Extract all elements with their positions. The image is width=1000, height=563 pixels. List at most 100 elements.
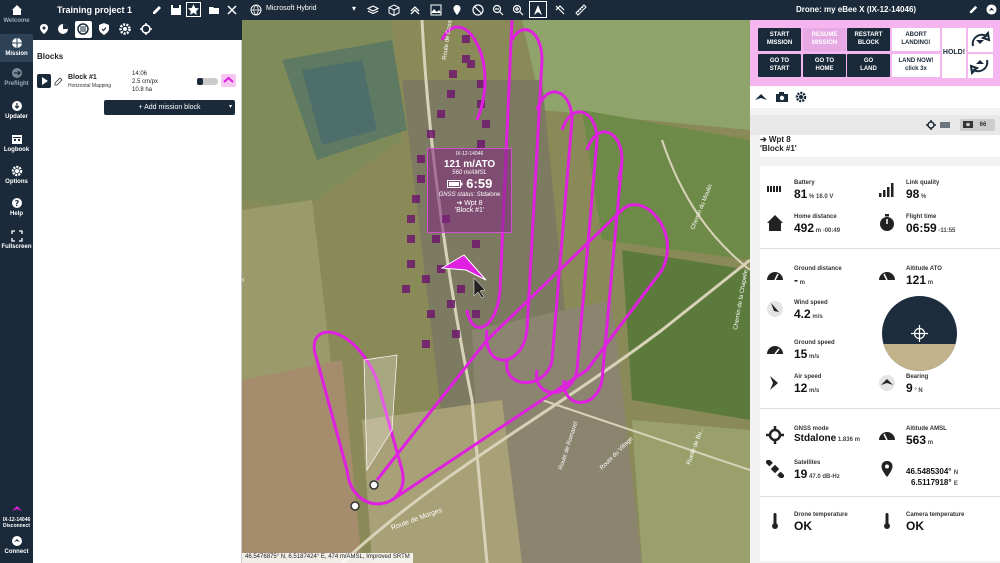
settings-tab-icon[interactable]	[118, 22, 132, 36]
satellites-value: 19 47.0 dB-Hz	[794, 467, 840, 481]
block-stats: 14:06 2.5 cm/px 10.8 ha	[132, 70, 158, 94]
drone-title: Drone: my eBee X (IX-12-14046)	[796, 5, 917, 14]
camera-icon[interactable]	[775, 91, 789, 103]
restart-block-button[interactable]: RESTART BLOCK	[847, 28, 890, 51]
block-row[interactable]: Block #1 Horizontal Mapping 14:06 2.5 cm…	[33, 68, 242, 94]
waypoint-block-label: 'Block #1'	[760, 144, 797, 153]
drone-panel: Drone: my eBee X (IX-12-14046) START MISS…	[750, 0, 1000, 563]
rail-item-preflight[interactable]: Preflight	[0, 67, 33, 95]
zoom-out-icon[interactable]	[492, 4, 504, 16]
altitude-ato-label: Altitude ATO	[906, 266, 942, 272]
drone-temp-value: OK	[794, 519, 812, 533]
zoom-in-icon[interactable]	[512, 4, 524, 16]
airspace-off-icon[interactable]	[554, 4, 566, 16]
close-icon[interactable]	[226, 4, 238, 16]
chevron-up-icon	[223, 76, 234, 83]
drone-info-tooltip: IX-12-14046 121 m/ATO 560 m/AMSL 6:59 GN…	[427, 148, 512, 233]
map-layer-label[interactable]: Microsoft Hybrid	[266, 5, 317, 12]
rail-label-logbook: Logbook	[3, 147, 30, 153]
go-land-button[interactable]: GO LAND	[847, 54, 890, 77]
link-label: Link quality	[906, 180, 940, 186]
home-marker[interactable]	[369, 480, 379, 490]
globe-icon[interactable]	[250, 4, 262, 16]
go-to-home-button[interactable]: GO TO HOME	[803, 54, 846, 77]
block-expand-button[interactable]	[221, 74, 236, 87]
add-block-label: Add mission block	[144, 104, 201, 111]
map-view[interactable]: Route de Cossonay Route de Morges Route …	[242, 0, 750, 563]
layers-icon[interactable]	[367, 4, 379, 16]
map-canvas[interactable]: Route de Cossonay Route de Morges Route …	[242, 0, 750, 563]
pin-icon[interactable]	[451, 4, 463, 16]
abort-landing-button[interactable]: ABORT LANDING!	[892, 28, 940, 51]
rail-disconnect[interactable]: Disconnect	[0, 523, 33, 529]
shield-icon[interactable]	[97, 22, 111, 36]
collapse-panel-icon[interactable]: ‹	[242, 275, 248, 287]
rail-item-welcome[interactable]: Welcome	[0, 4, 33, 32]
block-visibility-toggle[interactable]	[197, 78, 218, 85]
app-window: Welcome Mission Preflight Updater Logboo…	[0, 0, 1000, 563]
compass-icon	[879, 375, 895, 391]
flight-tab-icon[interactable]	[754, 91, 768, 103]
satellite-icon	[766, 460, 784, 478]
block-edit-icon[interactable]	[54, 76, 64, 86]
rail-label-connect: Connect	[4, 549, 29, 555]
rail-item-mission[interactable]: Mission	[0, 34, 33, 62]
save-icon[interactable]	[170, 4, 182, 16]
chevrons-up-icon[interactable]	[409, 4, 421, 16]
go-to-start-button[interactable]: GO TO START	[758, 54, 801, 77]
star-icon[interactable]	[186, 2, 201, 17]
rail-item-logbook[interactable]: Logbook	[0, 133, 33, 161]
hold-button[interactable]: HOLD!	[942, 28, 966, 78]
battery-icon	[446, 180, 463, 188]
follow-drone-toggle[interactable]	[529, 1, 547, 18]
chevron-down-icon[interactable]: ▾	[229, 100, 232, 115]
area-tab-icon[interactable]	[56, 22, 70, 36]
photo-count-value: 66	[979, 122, 987, 128]
rail-item-fullscreen[interactable]: Fullscreen	[0, 230, 33, 258]
add-mission-block-button[interactable]: + Add mission block ▾	[104, 100, 235, 115]
rail-item-updater[interactable]: Updater	[0, 100, 33, 128]
takeoff-marker[interactable]	[350, 501, 360, 511]
block-gsd: 2.5 cm/px	[132, 79, 159, 85]
loiter-cw-button[interactable]	[968, 28, 993, 52]
waypoint-tab-icon[interactable]	[37, 22, 51, 36]
loiter-ccw-button[interactable]	[968, 54, 993, 78]
thermometer-icon	[884, 513, 890, 529]
tooltip-altitude-ato: 121 m/ATO	[443, 159, 496, 170]
calendar-icon	[11, 135, 22, 144]
drone-temp-label: Drone temperature	[794, 512, 848, 518]
ground-distance-label: Ground distance	[794, 266, 842, 272]
gear-icon[interactable]	[795, 91, 807, 103]
play-block-button[interactable]	[37, 74, 51, 88]
rail-item-options[interactable]: Options	[0, 165, 33, 193]
mapping-tab-icon	[77, 23, 89, 35]
edit-icon[interactable]	[968, 4, 979, 15]
folder-icon[interactable]	[208, 4, 220, 16]
rail-drone-status[interactable]: IX-12-14046 Disconnect	[0, 503, 33, 533]
rail-item-connect[interactable]: Connect	[0, 535, 33, 561]
tab-mapping[interactable]	[75, 21, 92, 38]
drone-panel-tabs	[750, 86, 1000, 108]
start-mission-button[interactable]: START MISSION	[758, 28, 801, 51]
signal-icon	[879, 183, 894, 197]
blocks-heading: Blocks	[37, 52, 64, 61]
waypoint-label: ➔ Wpt 8	[760, 135, 791, 144]
land-now-button[interactable]: LAND NOW! click 3x	[892, 54, 940, 77]
block-area: 10.8 ha	[132, 87, 153, 93]
terrain-icon[interactable]	[430, 4, 442, 16]
photo-counter: 66	[960, 119, 995, 131]
resume-mission-button[interactable]: RESUME MISSION	[803, 28, 846, 51]
speedometer-icon	[767, 346, 783, 355]
layer-dropdown-icon[interactable]: ▾	[352, 4, 356, 13]
ruler-icon[interactable]	[575, 4, 587, 16]
altimeter-icon	[879, 272, 895, 281]
cube-icon[interactable]	[388, 4, 400, 16]
rail-item-help[interactable]: ? Help	[0, 197, 33, 225]
home-distance-label: Home distance	[794, 214, 837, 220]
block-type: Horizontal Mapping	[68, 83, 112, 89]
wind-speed-value: 4.2 m/s	[794, 307, 823, 321]
target-tab-icon[interactable]	[139, 22, 153, 36]
no-fly-icon[interactable]	[472, 4, 484, 16]
edit-icon[interactable]	[151, 4, 163, 16]
drone-badge-icon[interactable]	[986, 4, 997, 15]
